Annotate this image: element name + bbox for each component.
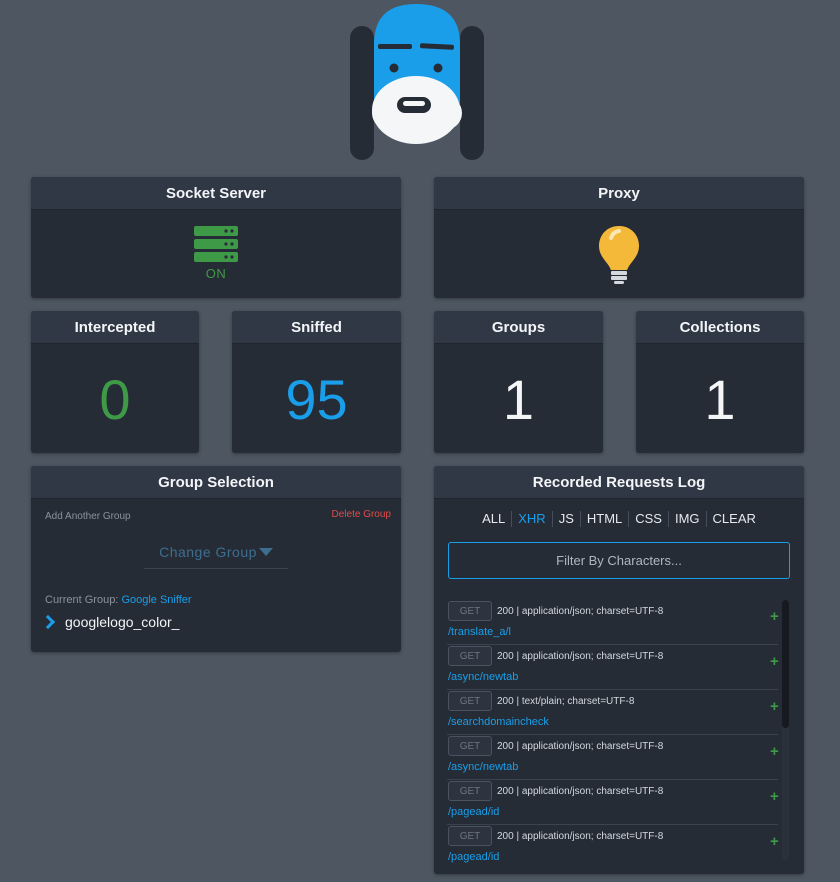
collections-count: 1 <box>704 367 736 431</box>
add-icon[interactable]: + <box>770 653 779 670</box>
filter-html[interactable]: HTML <box>581 511 630 527</box>
request-row: GET 200 | application/json; charset=UTF-… <box>447 645 779 690</box>
filter-tabs: ALL XHR JS HTML CSS IMG CLEAR <box>434 499 804 527</box>
server-icon[interactable] <box>194 226 238 264</box>
method-button[interactable]: GET <box>448 646 492 666</box>
request-path[interactable]: /pagead/id <box>448 806 499 818</box>
filter-input[interactable] <box>448 542 790 579</box>
sniffed-count: 95 <box>285 367 348 431</box>
group-selection-title: Group Selection <box>31 466 401 499</box>
add-icon[interactable]: + <box>770 608 779 625</box>
filter-css[interactable]: CSS <box>629 511 669 527</box>
groups-count: 1 <box>502 367 535 431</box>
request-list: GET 200 | application/json; charset=UTF-… <box>447 600 779 870</box>
requests-log-card: Recorded Requests Log ALL XHR JS HTML CS… <box>434 466 804 874</box>
group-selection-card: Group Selection Add Another Group Delete… <box>31 466 401 652</box>
add-icon[interactable]: + <box>770 788 779 805</box>
request-path[interactable]: /translate_a/l <box>448 626 511 638</box>
collections-card: Collections 1 <box>636 311 804 453</box>
socket-server-status: ON <box>205 266 227 281</box>
socket-server-title: Socket Server <box>31 177 401 210</box>
filter-js[interactable]: JS <box>553 511 581 527</box>
request-row: GET 200 | application/json; charset=UTF-… <box>447 735 779 780</box>
request-status: 200 | application/json; charset=UTF-8 <box>497 651 664 662</box>
dog-logo <box>350 4 484 160</box>
request-status: 200 | application/json; charset=UTF-8 <box>497 831 664 842</box>
method-button[interactable]: GET <box>448 691 492 711</box>
request-status: 200 | text/plain; charset=UTF-8 <box>497 696 635 707</box>
change-group-select[interactable]: Change Group <box>144 536 288 569</box>
add-icon[interactable]: + <box>770 698 779 715</box>
intercepted-title: Intercepted <box>31 311 199 344</box>
chevron-right-icon <box>40 614 56 630</box>
scrollbar-thumb[interactable] <box>782 600 789 728</box>
add-group-link[interactable]: Add Another Group <box>45 511 131 522</box>
request-path[interactable]: /async/newtab <box>448 761 518 773</box>
group-list-item[interactable]: googlelogo_color_ <box>31 606 401 630</box>
request-path[interactable]: /pagead/id <box>448 851 499 863</box>
filter-all[interactable]: ALL <box>476 511 513 527</box>
lightbulb-icon[interactable] <box>597 224 641 286</box>
current-group-label: Current Group: <box>45 594 119 606</box>
method-button[interactable]: GET <box>448 736 492 756</box>
request-row: GET 200 | text/plain; charset=UTF-8 /sea… <box>447 690 779 735</box>
change-group-label: Change Group <box>159 544 257 560</box>
intercepted-count: 0 <box>99 367 131 431</box>
group-item-label: googlelogo_color_ <box>65 614 180 630</box>
request-path[interactable]: /async/newtab <box>448 671 518 683</box>
proxy-title: Proxy <box>434 177 804 210</box>
filter-xhr[interactable]: XHR <box>512 511 553 527</box>
request-row: GET 200 | application/json; charset=UTF-… <box>447 600 779 645</box>
request-row: GET 200 | application/json; charset=UTF-… <box>447 825 779 870</box>
add-icon[interactable]: + <box>770 743 779 760</box>
filter-img[interactable]: IMG <box>669 511 707 527</box>
sniffed-card: Sniffed 95 <box>232 311 401 453</box>
request-status: 200 | application/json; charset=UTF-8 <box>497 741 664 752</box>
groups-card: Groups 1 <box>434 311 603 453</box>
filter-clear[interactable]: CLEAR <box>707 511 762 527</box>
request-status: 200 | application/json; charset=UTF-8 <box>497 786 664 797</box>
method-button[interactable]: GET <box>448 601 492 621</box>
request-row: GET 200 | application/json; charset=UTF-… <box>447 780 779 825</box>
proxy-card: Proxy <box>434 177 804 298</box>
caret-down-icon <box>258 548 273 556</box>
sniffed-title: Sniffed <box>232 311 401 344</box>
method-button[interactable]: GET <box>448 781 492 801</box>
current-group: Current Group: Google Sniffer <box>31 569 401 606</box>
requests-log-title: Recorded Requests Log <box>434 466 804 499</box>
groups-title: Groups <box>434 311 603 344</box>
current-group-value[interactable]: Google Sniffer <box>121 594 191 606</box>
request-status: 200 | application/json; charset=UTF-8 <box>497 606 664 617</box>
delete-group-button[interactable]: Delete Group <box>332 509 391 522</box>
add-icon[interactable]: + <box>770 833 779 850</box>
collections-title: Collections <box>636 311 804 344</box>
request-path[interactable]: /searchdomaincheck <box>448 716 549 728</box>
socket-server-card: Socket Server ON <box>31 177 401 298</box>
method-button[interactable]: GET <box>448 826 492 846</box>
intercepted-card: Intercepted 0 <box>31 311 199 453</box>
